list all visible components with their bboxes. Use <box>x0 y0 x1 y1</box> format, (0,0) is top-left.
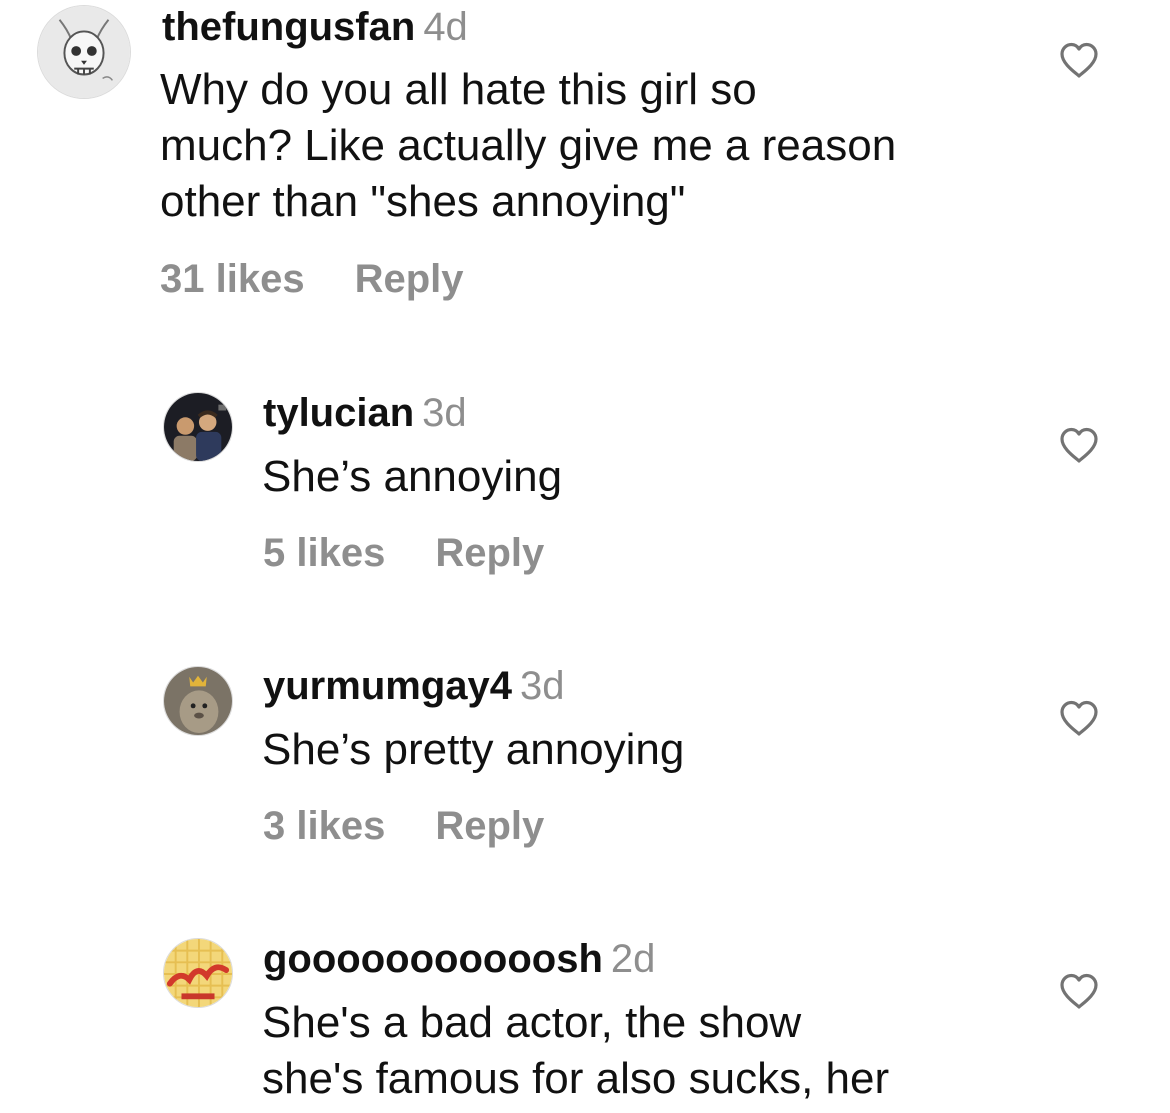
skull-drawing-avatar-icon <box>38 6 130 98</box>
heart-outline-icon <box>1060 42 1098 78</box>
comment-text-line: She's a bad actor, the show <box>262 998 802 1047</box>
comment-header: yurmumgay4 3d <box>263 663 564 709</box>
comment-header: tylucian 3d <box>263 390 467 436</box>
username[interactable]: tylucian <box>263 391 414 435</box>
heart-outline-icon <box>1060 427 1098 463</box>
comment-text: She’s annoying <box>262 449 562 505</box>
username[interactable]: yurmumgay4 <box>263 664 512 708</box>
avatar[interactable] <box>163 666 233 736</box>
comment-header: thefungusfan 4d <box>162 4 468 50</box>
timestamp: 3d <box>519 664 565 708</box>
likes-count[interactable]: 5 likes <box>263 531 385 575</box>
timestamp: 3d <box>422 391 467 435</box>
comment-text-line: She’s pretty annoying <box>262 725 685 774</box>
timestamp: 2d <box>610 937 656 981</box>
likes-count[interactable]: 31 likes <box>160 257 305 301</box>
heart-outline-icon <box>1060 700 1098 736</box>
avatar[interactable] <box>163 938 233 1008</box>
avatar[interactable] <box>163 392 233 462</box>
comment-text-line: She’s annoying <box>262 452 563 501</box>
like-button[interactable] <box>1058 699 1100 737</box>
reply-button[interactable]: Reply <box>435 804 544 848</box>
reply-button[interactable]: Reply <box>355 257 464 301</box>
comment-text: Why do you all hate this girl so much? L… <box>160 62 896 230</box>
like-button[interactable] <box>1058 426 1100 464</box>
likes-count[interactable]: 3 likes <box>263 804 385 848</box>
like-button[interactable] <box>1058 41 1100 79</box>
avatar[interactable] <box>37 5 131 99</box>
comment-text: She's a bad actor, the show she's famous… <box>262 995 889 1107</box>
comment-text-line: much? Like actually give me a reason <box>160 121 897 170</box>
comment-text-line: Why do you all hate this girl so <box>160 65 757 114</box>
two-people-photo-avatar-icon <box>164 393 232 461</box>
crowned-animal-avatar-icon <box>164 667 232 735</box>
like-button[interactable] <box>1058 972 1100 1010</box>
comment-header: gooooooooooosh 2d <box>263 936 655 982</box>
comment-text: She’s pretty annoying <box>262 722 684 778</box>
reply-button[interactable]: Reply <box>435 531 544 575</box>
heart-outline-icon <box>1060 973 1098 1009</box>
comment-meta: 5 likes Reply <box>263 530 544 576</box>
comment-meta: 31 likes Reply <box>160 256 464 302</box>
timestamp: 4d <box>423 5 468 49</box>
username[interactable]: gooooooooooosh <box>263 937 603 981</box>
waffle-logo-avatar-icon <box>164 939 232 1007</box>
comment-text-line: she's famous for also sucks, her <box>262 1054 890 1103</box>
username[interactable]: thefungusfan <box>162 5 415 49</box>
comment-meta: 3 likes Reply <box>263 803 544 849</box>
comment-text-line: other than "shes annoying" <box>160 177 686 226</box>
